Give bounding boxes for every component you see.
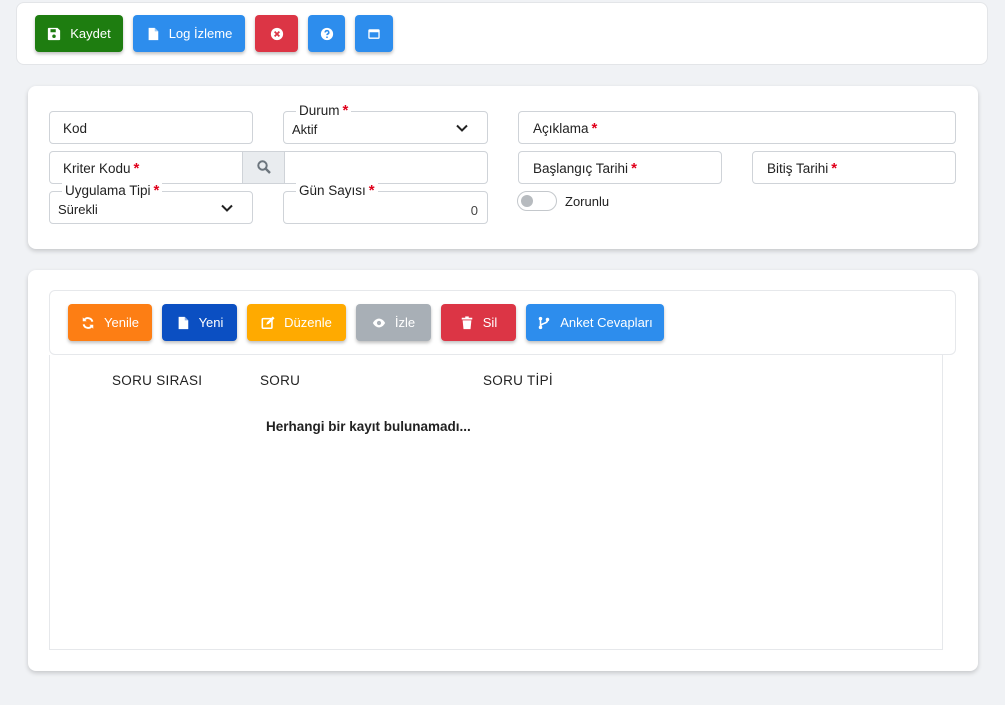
help-button[interactable] (308, 15, 345, 52)
delete-button-label: Sil (482, 315, 498, 330)
column-header-question[interactable]: SORU (260, 373, 300, 388)
branch-icon (539, 316, 550, 329)
save-button[interactable]: Kaydet (35, 15, 123, 52)
delete-button[interactable]: Sil (441, 304, 516, 341)
question-circle-icon (320, 27, 333, 40)
day-count-field[interactable]: Gün Sayısı * 0 (283, 183, 488, 224)
description-label: Açıklama * (533, 120, 598, 137)
end-date-label: Bitiş Tarihi * (767, 160, 838, 177)
edit-icon (261, 315, 275, 329)
code-field[interactable]: Kod (49, 111, 253, 144)
column-header-question-type[interactable]: SORU TİPİ (483, 373, 553, 388)
floppy-disk-icon (48, 27, 61, 40)
criteria-search-button[interactable] (242, 151, 285, 184)
new-button[interactable]: Yeni (162, 304, 237, 341)
chevron-down-icon (456, 124, 468, 132)
status-label: Durum * (296, 103, 352, 119)
start-date-field[interactable]: Başlangıç Tarihi * (518, 151, 722, 184)
refresh-button-label: Yenile (104, 315, 139, 330)
grid-toolbar: Yenile Yeni Düzenle İzle Sil Anket Cevap… (49, 290, 956, 355)
cancel-button[interactable] (255, 15, 298, 52)
required-toggle-label: Zorunlu (565, 194, 610, 209)
document-icon (178, 316, 188, 329)
edit-button[interactable]: Düzenle (247, 304, 346, 341)
questions-table: SORU SIRASI SORU SORU TİPİ Herhangi bir … (49, 355, 943, 650)
close-circle-icon (270, 27, 283, 40)
status-value: Aktif (292, 122, 318, 137)
log-view-button[interactable]: Log İzleme (133, 15, 245, 52)
application-type-select[interactable]: Uygulama Tipi * Sürekli (49, 183, 253, 224)
questions-panel: Yenile Yeni Düzenle İzle Sil Anket Cevap… (28, 270, 978, 671)
view-button[interactable]: İzle (356, 304, 431, 341)
application-type-value: Sürekli (58, 202, 98, 217)
application-type-label: Uygulama Tipi * (62, 183, 163, 199)
search-icon (257, 160, 271, 174)
view-button-label: İzle (394, 315, 416, 330)
column-header-order[interactable]: SORU SIRASI (112, 373, 202, 388)
day-count-label: Gün Sayısı * (296, 183, 378, 199)
criteria-code-field[interactable]: Kriter Kodu * (49, 151, 243, 184)
refresh-button[interactable]: Yenile (68, 304, 152, 341)
toggle-knob (521, 195, 533, 207)
chevron-down-icon (221, 204, 233, 212)
trash-icon (461, 315, 473, 329)
survey-answers-button[interactable]: Anket Cevapları (526, 304, 664, 341)
required-toggle[interactable] (517, 191, 557, 211)
window-icon (368, 28, 380, 39)
save-button-label: Kaydet (70, 26, 111, 41)
empty-message: Herhangi bir kayıt bulunamadı... (266, 419, 471, 434)
new-button-label: Yeni (198, 315, 224, 330)
code-label: Kod (63, 121, 88, 136)
survey-answers-button-label: Anket Cevapları (560, 315, 653, 330)
log-view-button-label: Log İzleme (168, 26, 233, 41)
end-date-field[interactable]: Bitiş Tarihi * (752, 151, 956, 184)
day-count-value: 0 (470, 203, 478, 218)
description-field[interactable]: Açıklama * (518, 111, 956, 144)
status-select[interactable]: Durum * Aktif (283, 103, 488, 144)
eye-icon (372, 318, 385, 327)
criteria-code-label: Kriter Kodu * (63, 160, 140, 177)
window-button[interactable] (355, 15, 393, 52)
refresh-icon (82, 316, 94, 329)
criteria-name-field[interactable] (284, 151, 488, 184)
top-toolbar: Kaydet Log İzleme (16, 2, 988, 65)
edit-button-label: Düzenle (284, 315, 332, 330)
document-icon (148, 27, 158, 40)
form-panel: Kod Durum * Aktif Açıklama * Kriter Kodu * … (28, 86, 978, 249)
start-date-label: Başlangıç Tarihi * (533, 160, 637, 177)
